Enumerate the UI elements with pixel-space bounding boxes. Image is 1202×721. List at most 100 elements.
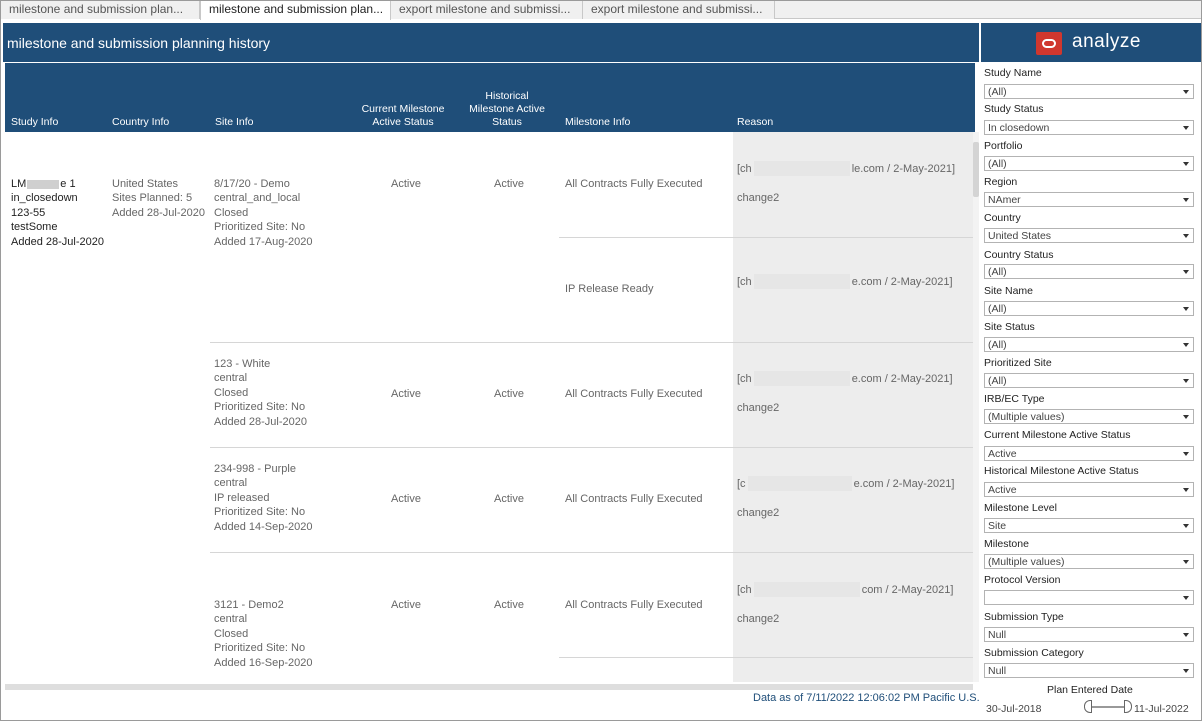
reason-cell: [c e.com / 2-May-2021] bbox=[737, 475, 954, 491]
date-range-end-handle[interactable] bbox=[1124, 700, 1132, 713]
filter-label: Study Name bbox=[984, 67, 1042, 79]
filter-region[interactable]: NAmer bbox=[984, 192, 1194, 207]
filter-protocol-version[interactable] bbox=[984, 590, 1194, 605]
filter-label: Milestone Level bbox=[984, 502, 1057, 514]
filter-country-status[interactable]: (All) bbox=[984, 264, 1194, 279]
logo-text: analyze bbox=[1072, 31, 1141, 52]
filter-site-name[interactable]: (All) bbox=[984, 301, 1194, 316]
filter-portfolio[interactable]: (All) bbox=[984, 156, 1194, 171]
filter-site-status[interactable]: (All) bbox=[984, 337, 1194, 352]
filter-prioritized-site[interactable]: (All) bbox=[984, 373, 1194, 388]
site-info-cell: 234-998 - Purple central IP released Pri… bbox=[214, 463, 313, 533]
reason-cell: [ch le.com / 2-May-2021] bbox=[737, 160, 955, 176]
filter-label: Submission Type bbox=[984, 611, 1064, 623]
col-header-historical-status[interactable]: Historical Milestone Active Status bbox=[459, 90, 555, 129]
sheet-tab-bar: milestone and submission plan... milesto… bbox=[1, 1, 1201, 20]
scroll-thumb[interactable] bbox=[973, 142, 979, 197]
chevron-down-icon bbox=[1183, 596, 1189, 600]
study-info-cell: LM e 1 in_closedown 123-55 testSome Added… bbox=[11, 178, 104, 248]
reason-note: change2 bbox=[737, 192, 780, 204]
chevron-down-icon bbox=[1183, 524, 1189, 528]
filter-milestone-level[interactable]: Site bbox=[984, 518, 1194, 533]
col-header-study-info[interactable]: Study Info bbox=[11, 116, 58, 129]
vertical-scrollbar[interactable] bbox=[973, 132, 979, 682]
filter-study-status[interactable]: In closedown bbox=[984, 120, 1194, 135]
reason-note: change2 bbox=[737, 507, 780, 519]
milestone-info-cell: All Contracts Fully Executed bbox=[565, 388, 703, 400]
tab-milestone-planning-history[interactable]: milestone and submission plan... bbox=[200, 1, 391, 20]
chevron-down-icon bbox=[1183, 343, 1189, 347]
redacted-email bbox=[753, 160, 850, 176]
site-info-cell: 3121 - Demo2 central Closed Prioritized … bbox=[214, 599, 313, 669]
tab-export-milestone-1[interactable]: export milestone and submissi... bbox=[391, 1, 583, 19]
chevron-down-icon bbox=[1183, 270, 1189, 274]
site-info-cell: 123 - White central Closed Prioritized S… bbox=[214, 358, 307, 428]
filter-irb-ec-type[interactable]: (Multiple values) bbox=[984, 409, 1194, 424]
row-divider bbox=[210, 342, 975, 343]
chevron-down-icon bbox=[1183, 90, 1189, 94]
current-status-cell: Active bbox=[391, 599, 421, 611]
reason-cell: [ch com / 2-May-2021] bbox=[737, 581, 953, 597]
filter-label: Site Status bbox=[984, 321, 1035, 333]
horizontal-scrollbar[interactable] bbox=[5, 684, 973, 690]
milestone-info-cell: All Contracts Fully Executed bbox=[565, 178, 703, 190]
filter-current-milestone-status[interactable]: Active bbox=[984, 446, 1194, 461]
col-header-milestone-info[interactable]: Milestone Info bbox=[565, 116, 630, 129]
date-range-start-handle[interactable] bbox=[1084, 700, 1092, 713]
filter-milestone[interactable]: (Multiple values) bbox=[984, 554, 1194, 569]
redacted-email bbox=[753, 581, 860, 597]
oracle-logo-icon bbox=[1036, 32, 1062, 55]
milestone-info-cell: All Contracts Fully Executed bbox=[565, 493, 703, 505]
filter-historical-milestone-status[interactable]: Active bbox=[984, 482, 1194, 497]
table-body: LM e 1 in_closedown 123-55 testSome Added… bbox=[5, 132, 975, 682]
chevron-down-icon bbox=[1183, 669, 1189, 673]
reason-note: change2 bbox=[737, 402, 780, 414]
tab-export-milestone-2[interactable]: export milestone and submissi... bbox=[583, 1, 775, 19]
country-info-cell: United States Sites Planned: 5 Added 28-… bbox=[112, 178, 205, 219]
current-status-cell: Active bbox=[391, 388, 421, 400]
filter-label: Milestone bbox=[984, 538, 1029, 550]
date-filter-label: Plan Entered Date bbox=[1047, 684, 1133, 696]
logo-bar: analyze bbox=[981, 23, 1201, 62]
tab-milestone-planning-1[interactable]: milestone and submission plan... bbox=[1, 1, 200, 19]
filter-label: Protocol Version bbox=[984, 574, 1061, 586]
filter-submission-category[interactable]: Null bbox=[984, 663, 1194, 678]
historical-status-cell: Active bbox=[494, 178, 524, 190]
filter-label: Country Status bbox=[984, 249, 1054, 261]
historical-status-cell: Active bbox=[494, 599, 524, 611]
redacted-email bbox=[753, 370, 850, 386]
chevron-down-icon bbox=[1183, 633, 1189, 637]
col-header-current-status[interactable]: Current Milestone Active Status bbox=[355, 103, 451, 129]
row-divider bbox=[210, 552, 975, 553]
chevron-down-icon bbox=[1183, 234, 1189, 238]
filter-label: IRB/EC Type bbox=[984, 393, 1045, 405]
reason-cell: [ch e.com / 2-May-2021] bbox=[737, 273, 953, 289]
chevron-down-icon bbox=[1183, 488, 1189, 492]
historical-status-cell: Active bbox=[494, 388, 524, 400]
row-divider bbox=[559, 657, 975, 658]
chevron-down-icon bbox=[1183, 379, 1189, 383]
col-header-reason[interactable]: Reason bbox=[737, 116, 773, 129]
filter-submission-type[interactable]: Null bbox=[984, 627, 1194, 642]
redacted-email bbox=[753, 273, 850, 289]
filter-label: Country bbox=[984, 212, 1021, 224]
chevron-down-icon bbox=[1183, 452, 1189, 456]
chevron-down-icon bbox=[1183, 415, 1189, 419]
chevron-down-icon bbox=[1183, 198, 1189, 202]
filter-label: Historical Milestone Active Status bbox=[984, 465, 1139, 477]
col-header-country-info[interactable]: Country Info bbox=[112, 116, 169, 129]
reason-note: change2 bbox=[737, 613, 780, 625]
col-header-site-info[interactable]: Site Info bbox=[215, 116, 254, 129]
date-range-start: 30-Jul-2018 bbox=[986, 703, 1042, 715]
data-timestamp: Data as of 7/11/2022 12:06:02 PM Pacific… bbox=[753, 692, 980, 704]
filter-study-name[interactable]: (All) bbox=[984, 84, 1194, 99]
filter-country[interactable]: United States bbox=[984, 228, 1194, 243]
historical-status-cell: Active bbox=[494, 493, 524, 505]
reason-cell: [ch e.com / 2-May-2021] bbox=[737, 370, 953, 386]
dashboard-title-bar: milestone and submission planning histor… bbox=[3, 23, 979, 62]
filter-label: Portfolio bbox=[984, 140, 1023, 152]
chevron-down-icon bbox=[1183, 560, 1189, 564]
filter-label: Study Status bbox=[984, 103, 1044, 115]
chevron-down-icon bbox=[1183, 307, 1189, 311]
milestone-info-cell: IP Release Ready bbox=[565, 283, 654, 295]
